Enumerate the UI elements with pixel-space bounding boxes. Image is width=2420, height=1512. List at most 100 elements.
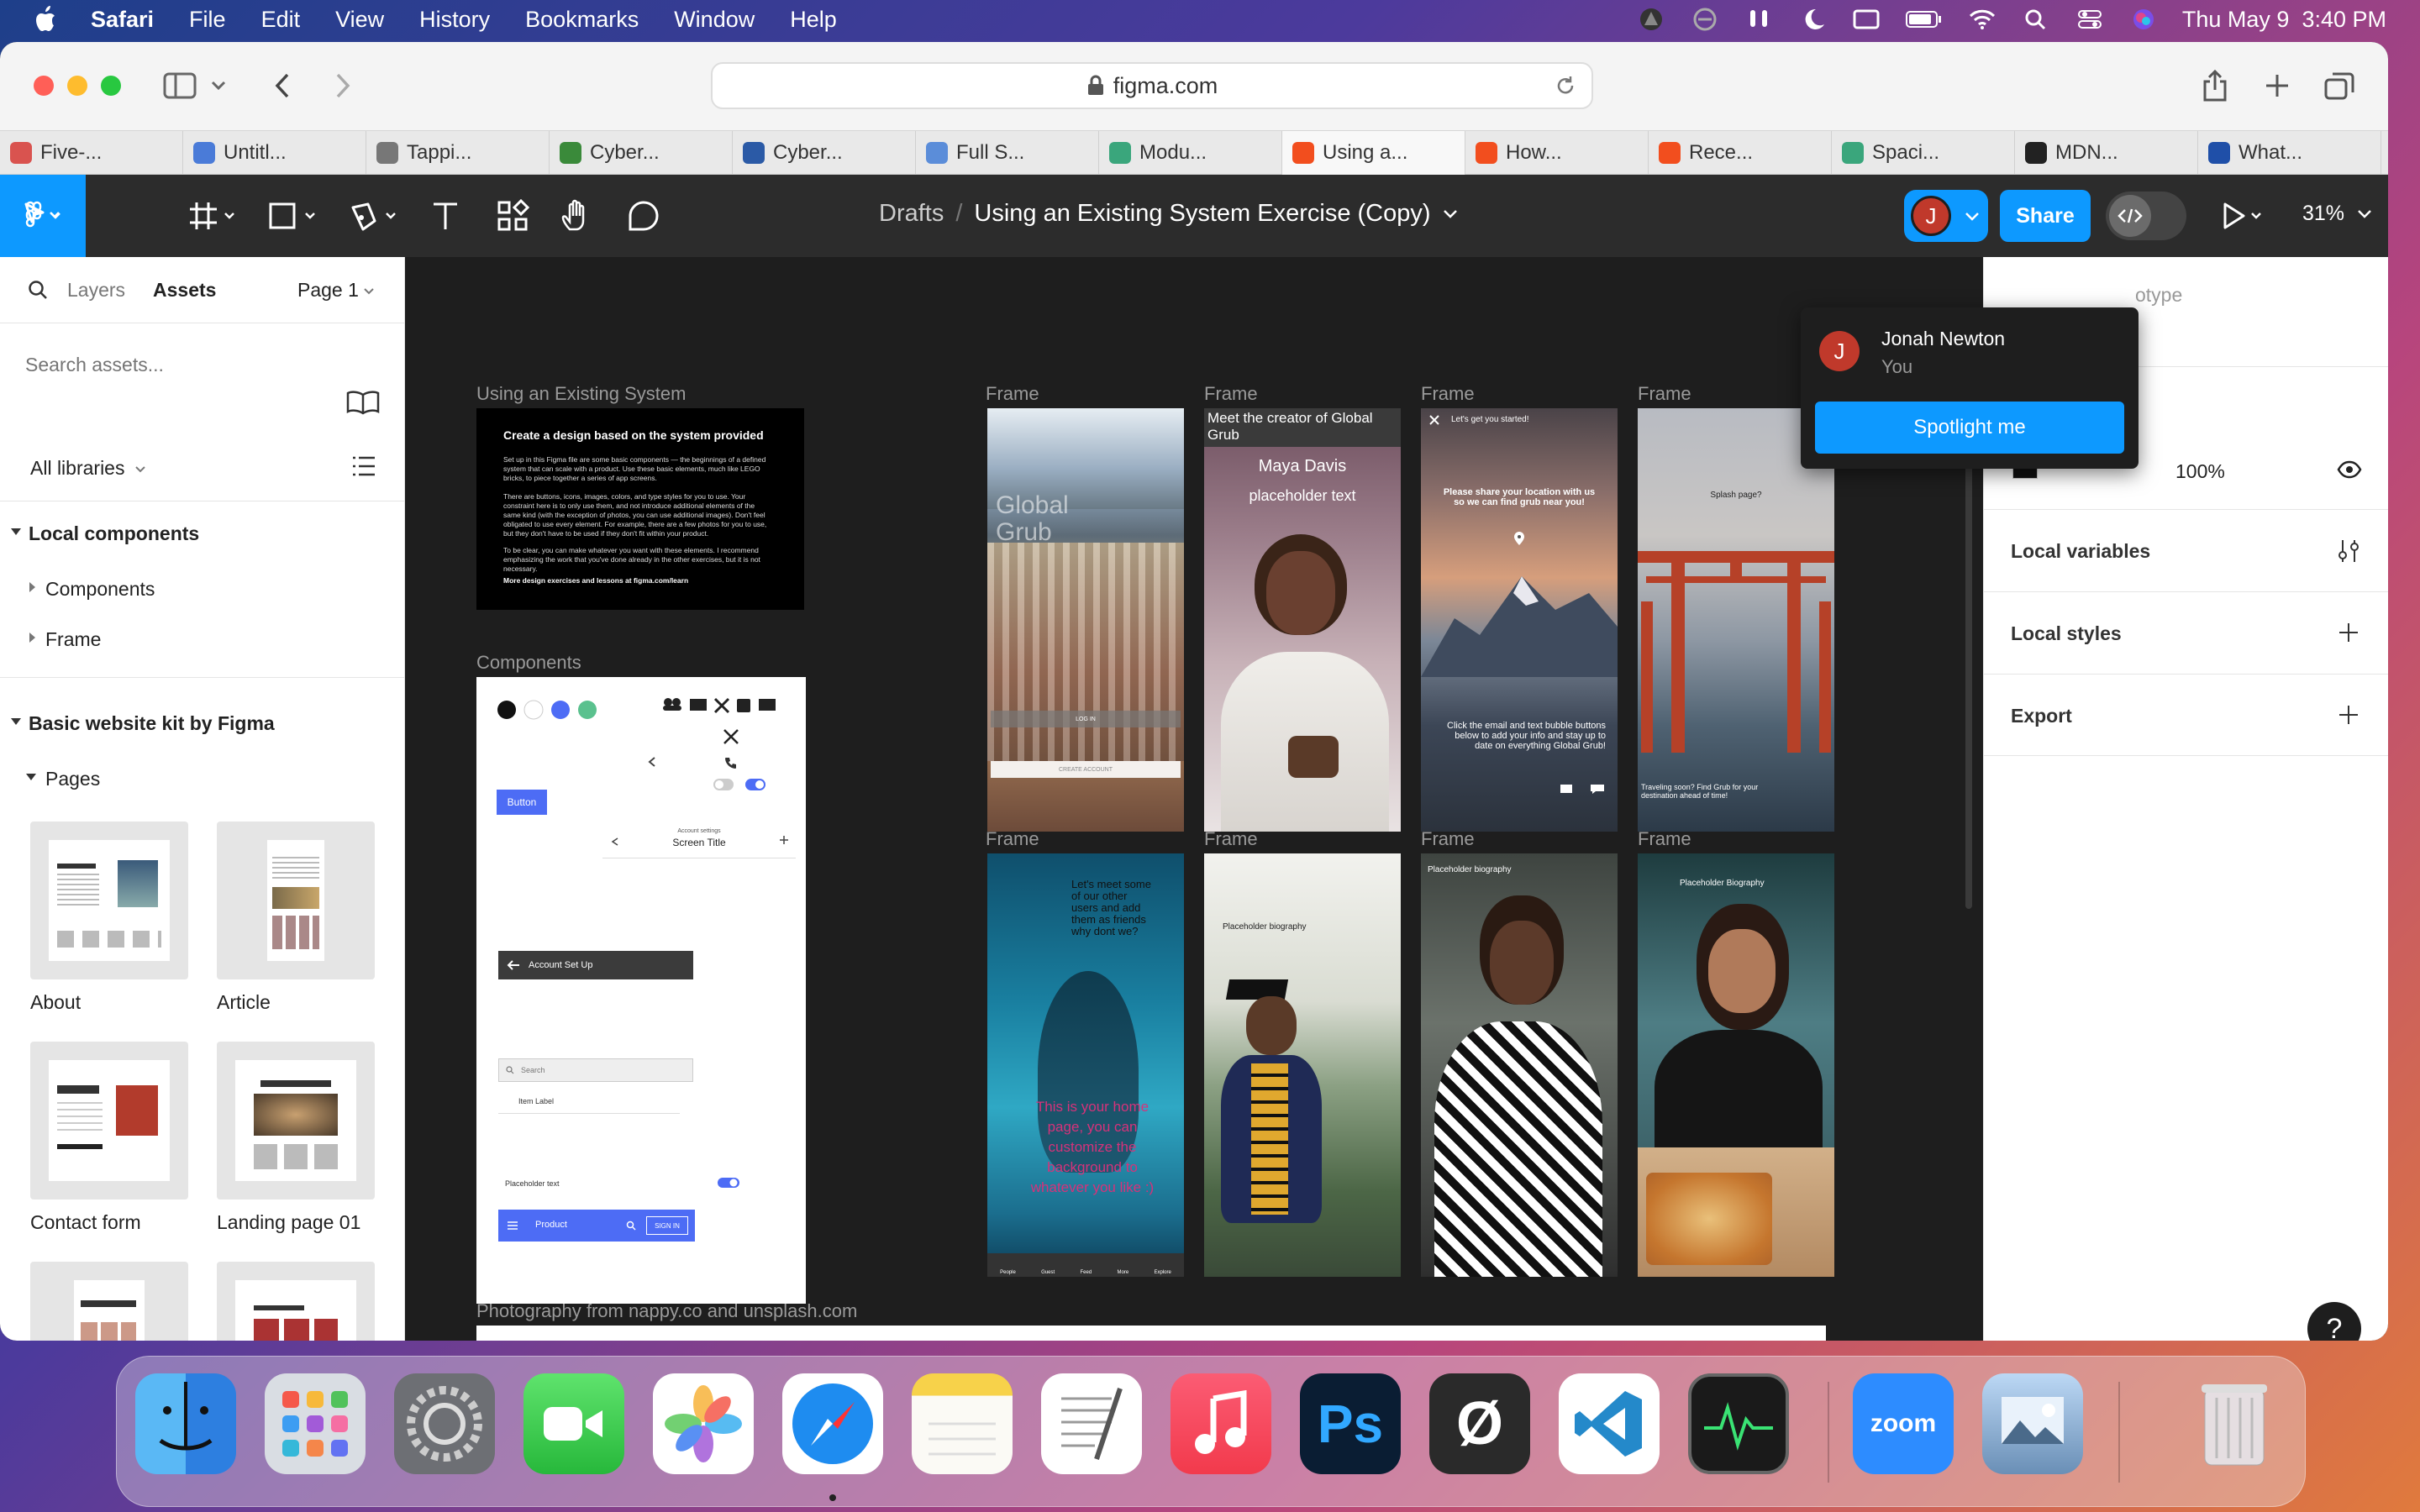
- browser-tab[interactable]: Cyber...: [550, 131, 733, 175]
- frame-label[interactable]: Frame: [986, 383, 1039, 405]
- asset-thumb-page-5[interactable]: [30, 1262, 188, 1341]
- page-selector[interactable]: Page 1: [297, 279, 359, 302]
- caret-right-icon[interactable]: [27, 632, 37, 643]
- preview-app-icon[interactable]: [1982, 1373, 2083, 1474]
- textedit-app-icon[interactable]: [1041, 1373, 1142, 1474]
- screen-frame-4[interactable]: Splash page? Traveling soon? Find Grub f…: [1638, 408, 1834, 832]
- frame-folder[interactable]: Frame: [45, 628, 101, 651]
- new-tab-icon[interactable]: [2257, 66, 2297, 106]
- comment-tool-button[interactable]: [627, 195, 660, 237]
- screen-frame-1[interactable]: Global Grub LOG IN CREATE ACCOUNT: [987, 408, 1184, 832]
- menu-help[interactable]: Help: [790, 7, 837, 33]
- chevron-down-icon[interactable]: [134, 465, 146, 474]
- zoom-dropdown[interactable]: 31%: [2302, 202, 2372, 226]
- screen-frame-3[interactable]: Let's get you started! Please share your…: [1421, 408, 1618, 832]
- caret-down-icon[interactable]: [10, 716, 22, 727]
- eye-icon[interactable]: [2337, 460, 2362, 479]
- facetime-app-icon[interactable]: [523, 1373, 624, 1474]
- doc-link[interactable]: More design exercises and lessons at fig…: [503, 576, 772, 585]
- menubar-clock[interactable]: Thu May 9 3:40 PM: [2182, 7, 2386, 33]
- browser-tab[interactable]: Cyber...: [733, 131, 916, 175]
- screen-frame-2[interactable]: Meet the creator of Global Grub Maya Dav…: [1204, 408, 1401, 832]
- components-frame[interactable]: Button Account settings Screen Title Acc…: [476, 677, 806, 1304]
- siri-icon[interactable]: [2128, 7, 2159, 32]
- asset-thumb-page-6[interactable]: [217, 1262, 375, 1341]
- control-center-icon[interactable]: [2075, 7, 2105, 32]
- canvas-white-frame[interactable]: [476, 1326, 1826, 1341]
- design-canvas[interactable]: Using an Existing System Create a design…: [406, 257, 1982, 1341]
- caret-down-icon[interactable]: [10, 526, 22, 538]
- tab-prototype-partial[interactable]: otype: [2135, 284, 2182, 307]
- browser-tab[interactable]: Untitl...: [183, 131, 366, 175]
- tab-overview-icon[interactable]: [2319, 66, 2360, 106]
- asset-thumb-contact-form[interactable]: [30, 1042, 188, 1200]
- search-assets-input[interactable]: [25, 339, 311, 390]
- frame-label[interactable]: Frame: [1204, 383, 1258, 405]
- local-variables-row[interactable]: Local variables: [1984, 509, 2388, 591]
- rectangle-tool-button[interactable]: [267, 195, 323, 237]
- browser-tab[interactable]: Modu...: [1099, 131, 1282, 175]
- photos-app-icon[interactable]: [653, 1373, 754, 1474]
- frame-label[interactable]: Frame: [1421, 383, 1475, 405]
- finder-app-icon[interactable]: [135, 1373, 236, 1474]
- share-icon[interactable]: [2195, 66, 2235, 106]
- breadcrumb-folder[interactable]: Drafts: [879, 200, 944, 228]
- browser-tab[interactable]: Spaci...: [1832, 131, 2015, 175]
- local-styles-row[interactable]: Local styles: [1984, 591, 2388, 674]
- components-frame-label[interactable]: Components: [476, 652, 581, 674]
- sliders-icon[interactable]: [2337, 538, 2360, 564]
- asset-thumb-about[interactable]: [30, 822, 188, 979]
- screen-frame-8[interactable]: Placeholder Biography: [1638, 853, 1834, 1277]
- airpods-icon[interactable]: [1744, 7, 1774, 32]
- frame-label[interactable]: Frame: [1638, 383, 1691, 405]
- menu-bookmarks[interactable]: Bookmarks: [525, 7, 639, 33]
- list-view-icon[interactable]: [351, 455, 376, 477]
- local-components-heading[interactable]: Local components: [29, 522, 199, 545]
- export-row[interactable]: Export: [1984, 674, 2388, 756]
- caret-down-icon[interactable]: [25, 771, 37, 783]
- share-button[interactable]: Share: [2000, 190, 2091, 242]
- photo-credit[interactable]: Photography from nappy.co and unsplash.c…: [476, 1300, 857, 1322]
- chevron-down-icon[interactable]: [363, 287, 375, 296]
- instruction-doc-frame[interactable]: Create a design based on the system prov…: [476, 408, 804, 610]
- reload-icon[interactable]: [1555, 75, 1576, 97]
- zoom-window-button[interactable]: [101, 76, 121, 96]
- asset-thumb-landing-page[interactable]: [217, 1042, 375, 1200]
- back-arrow-icon[interactable]: [262, 66, 302, 106]
- notes-app-icon[interactable]: [912, 1373, 1013, 1474]
- resources-tool-button[interactable]: [496, 195, 529, 237]
- plus-icon[interactable]: [2337, 703, 2360, 727]
- apple-menu-icon[interactable]: [34, 5, 59, 34]
- asset-thumb-article[interactable]: [217, 822, 375, 979]
- browser-tab[interactable]: Rece...: [1649, 131, 1832, 175]
- trash-app-icon[interactable]: [2184, 1373, 2285, 1474]
- tab-assets[interactable]: Assets: [153, 279, 216, 302]
- browser-tab[interactable]: What...: [2198, 131, 2381, 175]
- browser-tab[interactable]: How...: [1465, 131, 1649, 175]
- menu-window[interactable]: Window: [674, 7, 755, 33]
- zoom-app-icon[interactable]: zoom: [1853, 1373, 1954, 1474]
- chevron-down-icon[interactable]: [1443, 209, 1458, 219]
- breadcrumb-file-name[interactable]: Using an Existing System Exercise (Copy): [974, 200, 1430, 228]
- present-button[interactable]: [2218, 195, 2269, 237]
- system-preferences-app-icon[interactable]: [394, 1373, 495, 1474]
- search-icon[interactable]: [27, 279, 49, 301]
- browser-tab[interactable]: MDN...: [2015, 131, 2198, 175]
- forward-arrow-icon[interactable]: [323, 66, 363, 106]
- screen-frame-7[interactable]: Placeholder biography: [1421, 853, 1618, 1277]
- activity-monitor-app-icon[interactable]: [1688, 1373, 1789, 1474]
- status-app-icon[interactable]: [1636, 7, 1666, 32]
- figma-agent-app-icon[interactable]: Ø: [1429, 1373, 1530, 1474]
- screen-frame-5[interactable]: Let's meet some of our other users and a…: [987, 853, 1184, 1277]
- menu-view[interactable]: View: [335, 7, 384, 33]
- multiplayer-avatar-button[interactable]: J: [1904, 190, 1988, 242]
- tab-layers[interactable]: Layers: [67, 279, 125, 302]
- spotlight-me-button[interactable]: Spotlight me: [1815, 402, 2124, 454]
- launchpad-app-icon[interactable]: [265, 1373, 366, 1474]
- canvas-section-title[interactable]: Using an Existing System: [476, 383, 686, 405]
- library-book-icon[interactable]: [346, 390, 380, 415]
- text-tool-button[interactable]: [429, 195, 462, 237]
- caret-right-icon[interactable]: [27, 581, 37, 593]
- menu-history[interactable]: History: [419, 7, 490, 33]
- dev-mode-toggle[interactable]: [2106, 192, 2186, 240]
